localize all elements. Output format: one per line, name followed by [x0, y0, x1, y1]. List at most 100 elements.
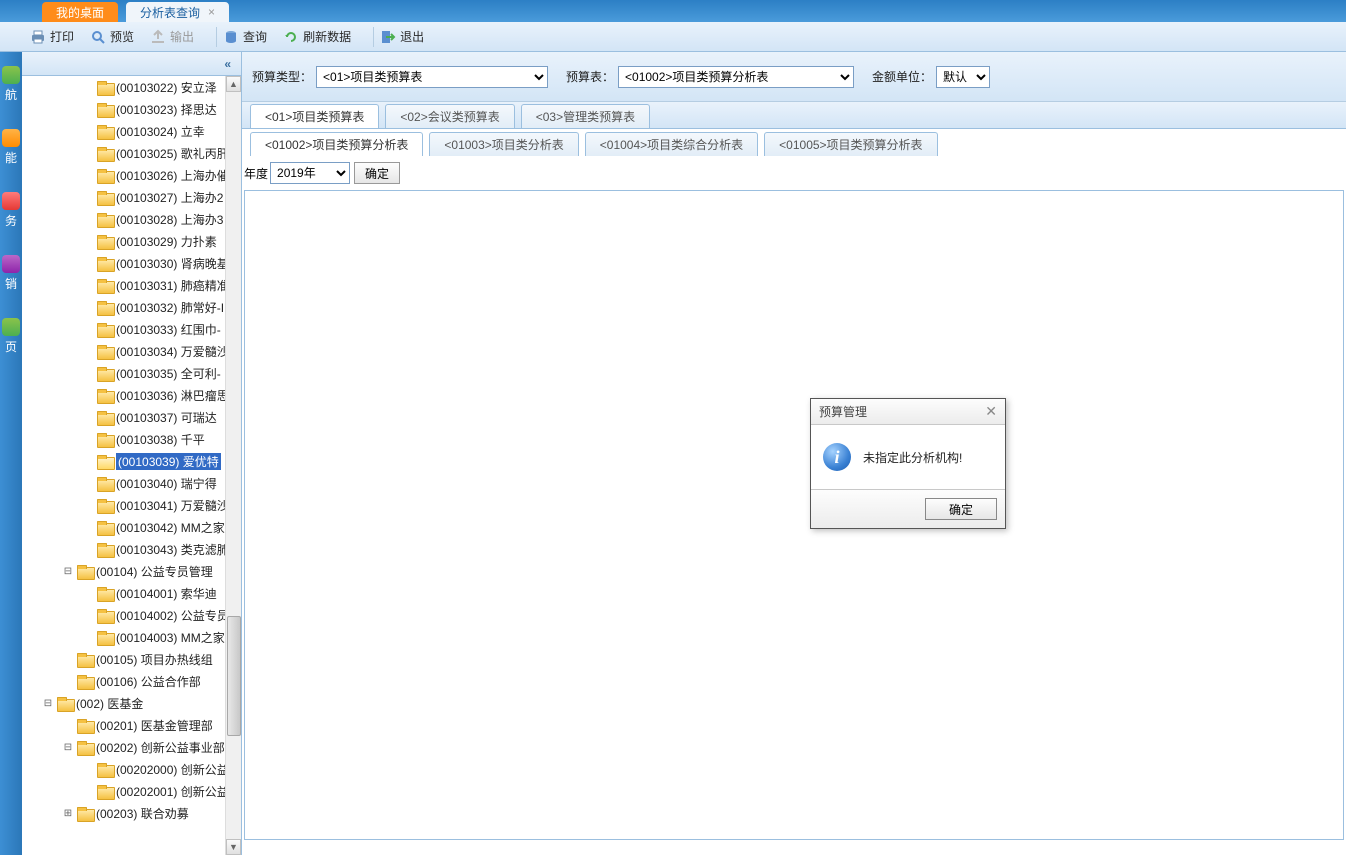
amount-unit-select[interactable]: 默认 — [936, 66, 990, 88]
tree-node[interactable]: (00103029) 力扑素 — [22, 230, 241, 252]
dialog-titlebar[interactable]: 预算管理 ✕ — [811, 399, 1005, 425]
close-icon[interactable]: ✕ — [985, 403, 997, 420]
tree-node[interactable]: (00103038) 千平 — [22, 428, 241, 450]
tree-label: (00104003) MM之家 — [116, 629, 225, 646]
budget-report-select[interactable]: <01002>项目类预算分析表 — [618, 66, 854, 88]
rail-item-sale[interactable]: 销 — [0, 241, 22, 304]
budget-type-select[interactable]: <01>项目类预算表 — [316, 66, 548, 88]
tab-label: 分析表查询 — [140, 4, 200, 21]
tree-label: (00103033) 红围巾- — [116, 321, 221, 338]
tree-node[interactable]: (00103043) 类克滤肺 — [22, 538, 241, 560]
folder-icon — [97, 323, 113, 336]
tree-node[interactable]: (00105) 项目办热线组 — [22, 648, 241, 670]
tree-node[interactable]: ⊟(00202) 创新公益事业部 — [22, 736, 241, 758]
subtabs-level1: <01>项目类预算表 <02>会议类预算表 <03>管理类预算表 — [242, 102, 1346, 128]
scroll-down-button[interactable]: ▼ — [226, 839, 241, 855]
tree-node[interactable]: ⊟ (002) 医基金 — [22, 692, 241, 714]
tree-node[interactable]: (00103041) 万爱髓沙 — [22, 494, 241, 516]
rail-item-5[interactable]: 页 — [0, 304, 22, 367]
tree-node[interactable]: (00103033) 红围巾- — [22, 318, 241, 340]
tree-node[interactable]: (00103024) 立幸 — [22, 120, 241, 142]
subtab-01005[interactable]: <01005>项目类预算分析表 — [764, 132, 937, 156]
dialog-title-text: 预算管理 — [819, 403, 867, 420]
folder-icon — [97, 389, 113, 402]
query-button[interactable]: 查询 — [223, 28, 267, 45]
scrollbar[interactable]: ▲ ▼ — [225, 76, 241, 855]
tree-node[interactable]: (00103036) 淋巴瘤思 — [22, 384, 241, 406]
tree-node[interactable]: (00104003) MM之家 — [22, 626, 241, 648]
magnifier-icon — [90, 29, 106, 45]
subtab-02[interactable]: <02>会议类预算表 — [385, 104, 514, 128]
toolbar-label: 打印 — [50, 28, 74, 45]
tree-label: (00103041) 万爱髓沙 — [116, 497, 229, 514]
tree-label: (00103043) 类克滤肺 — [116, 541, 229, 558]
scroll-up-button[interactable]: ▲ — [226, 76, 241, 92]
tree-label: (00103032) 肺常好-I — [116, 299, 224, 316]
export-button[interactable]: 输出 — [150, 28, 194, 45]
tree-node[interactable]: (00103027) 上海办2 — [22, 186, 241, 208]
rail-item-nav[interactable]: 航 — [0, 52, 22, 115]
dialog-ok-button[interactable]: 确定 — [925, 498, 997, 520]
tree-node[interactable]: (00103039) 爱优特 — [22, 450, 241, 472]
collapse-icon[interactable]: « — [224, 57, 231, 71]
year-label: 年度 — [244, 165, 268, 182]
folder-icon — [97, 521, 113, 534]
tree-panel: « (00103022) 安立泽(00103023) 择思达(00103024)… — [22, 52, 242, 855]
tree-label: (00103039) 爱优特 — [116, 453, 221, 470]
confirm-button[interactable]: 确定 — [354, 162, 400, 184]
tree-node[interactable]: (00104002) 公益专员 — [22, 604, 241, 626]
report-area — [244, 190, 1344, 840]
tree-node[interactable]: (00103037) 可瑞达 — [22, 406, 241, 428]
preview-button[interactable]: 预览 — [90, 28, 134, 45]
folder-icon — [77, 565, 93, 578]
rail-label: 销 — [0, 275, 22, 292]
tree-node[interactable]: (00202000) 创新公益 — [22, 758, 241, 780]
close-icon[interactable]: × — [208, 5, 215, 19]
collapse-toggle-icon[interactable]: ⊟ — [62, 742, 74, 753]
tree-node[interactable]: (00202001) 创新公益 — [22, 780, 241, 802]
collapse-toggle-icon[interactable]: ⊟ — [42, 698, 54, 709]
tree-node[interactable]: (00103023) 择思达 — [22, 98, 241, 120]
subtab-01003[interactable]: <01003>项目类分析表 — [429, 132, 578, 156]
folder-icon — [97, 125, 113, 138]
tree-node[interactable]: (00103030) 肾病晚基 — [22, 252, 241, 274]
tree-node[interactable]: (00103032) 肺常好-I — [22, 296, 241, 318]
tab-my-desktop[interactable]: 我的桌面 — [42, 2, 118, 22]
tree-node[interactable]: (00104001) 索华迪 — [22, 582, 241, 604]
rail-icon — [2, 129, 20, 147]
expand-toggle-icon[interactable]: ⊞ — [62, 808, 74, 819]
rail-icon — [2, 318, 20, 336]
folder-icon — [77, 719, 93, 732]
folder-icon — [97, 433, 113, 446]
subtab-03[interactable]: <03>管理类预算表 — [521, 104, 650, 128]
tree-node[interactable]: (00103040) 瑞宁得 — [22, 472, 241, 494]
subtab-01[interactable]: <01>项目类预算表 — [250, 104, 379, 128]
tree-node[interactable]: (00103025) 歌礼丙肝 — [22, 142, 241, 164]
collapse-toggle-icon[interactable]: ⊟ — [62, 566, 74, 577]
rail-item-func[interactable]: 能 — [0, 115, 22, 178]
scroll-thumb[interactable] — [227, 616, 241, 736]
tree-node[interactable]: ⊟(00104) 公益专员管理 — [22, 560, 241, 582]
tree-node[interactable]: ⊞(00203) 联合劝募 — [22, 802, 241, 824]
tree-node[interactable]: (00103026) 上海办催 — [22, 164, 241, 186]
tree-node[interactable]: (00103042) MM之家 — [22, 516, 241, 538]
exit-button[interactable]: 退出 — [380, 28, 424, 45]
tree-node[interactable]: (00103035) 全可利- — [22, 362, 241, 384]
subtab-01002[interactable]: <01002>项目类预算分析表 — [250, 132, 423, 156]
year-select[interactable]: 2019年 — [270, 162, 350, 184]
rail-item-biz[interactable]: 务 — [0, 178, 22, 241]
tab-analysis-query[interactable]: 分析表查询 × — [126, 2, 229, 22]
tree-label: (002) 医基金 — [76, 695, 143, 712]
subtab-01004[interactable]: <01004>项目类综合分析表 — [585, 132, 758, 156]
tree-node[interactable]: (00201) 医基金管理部 — [22, 714, 241, 736]
tree-header: « — [22, 52, 241, 76]
tree-node[interactable]: (00103031) 肺癌精准 — [22, 274, 241, 296]
tree-node[interactable]: (00106) 公益合作部 — [22, 670, 241, 692]
tree-node[interactable]: (00103034) 万爱髓沙 — [22, 340, 241, 362]
tree-node[interactable]: (00103022) 安立泽 — [22, 76, 241, 98]
exit-icon — [380, 29, 396, 45]
folder-icon — [97, 587, 113, 600]
tree-node[interactable]: (00103028) 上海办3 — [22, 208, 241, 230]
refresh-button[interactable]: 刷新数据 — [283, 28, 351, 45]
print-button[interactable]: 打印 — [30, 28, 74, 45]
